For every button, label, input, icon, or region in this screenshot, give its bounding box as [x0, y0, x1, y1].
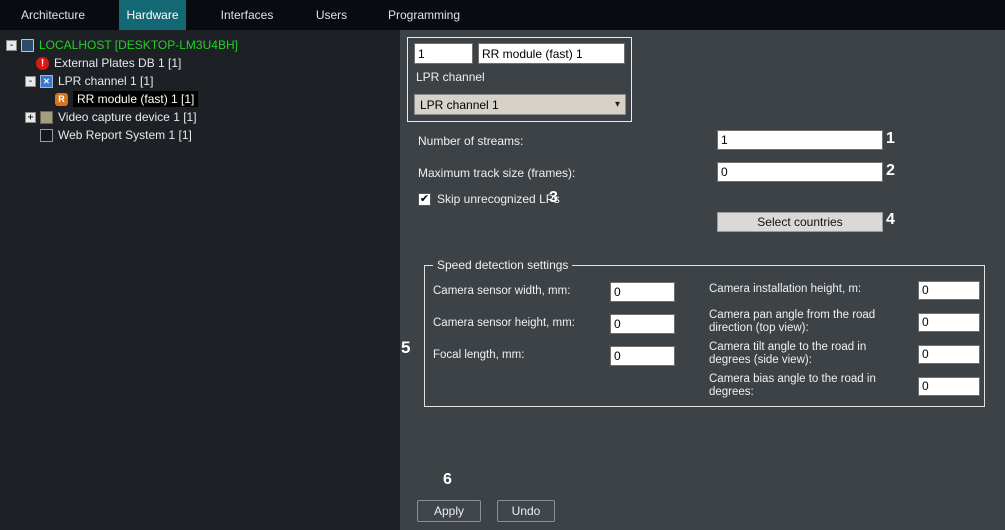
computer-icon [21, 39, 34, 52]
object-tree: LOCALHOST [DESKTOP-LM3U4BH] External Pla… [0, 30, 400, 530]
app-window: Architecture Hardware Interfaces Users P… [0, 0, 1005, 530]
focal-length-label: Focal length, mm: [433, 349, 601, 362]
tab-interfaces[interactable]: Interfaces [203, 0, 291, 30]
camera-sensor-height-field[interactable] [610, 314, 675, 334]
expand-icon[interactable] [25, 112, 36, 123]
apply-button[interactable]: Apply [417, 500, 481, 522]
camera-bias-angle-label: Camera bias angle to the road in degrees… [709, 373, 895, 399]
focal-length-row: Focal length, mm: [433, 340, 675, 372]
number-of-streams-label: Number of streams: [418, 134, 523, 148]
tree-item-external-plates-db[interactable]: External Plates DB 1 [1] [0, 54, 400, 72]
chevron-down-icon: ▾ [615, 99, 620, 110]
camera-installation-height-row: Camera installation height, m: [709, 274, 980, 306]
lpr-channel-selected-value: LPR channel 1 [420, 98, 499, 112]
camera-sensor-width-row: Camera sensor width, mm: [433, 276, 675, 308]
speed-detection-group: Speed detection settings Camera sensor w… [424, 265, 985, 407]
tree-item-label: External Plates DB 1 [1] [54, 56, 181, 70]
max-track-size-label: Maximum track size (frames): [418, 166, 575, 180]
identity-group: LPR channel LPR channel 1 ▾ [407, 37, 632, 122]
collapse-icon[interactable] [25, 76, 36, 87]
camera-pan-angle-field[interactable] [918, 313, 980, 332]
tree-item-label: Video capture device 1 [1] [58, 110, 197, 124]
web-report-icon [40, 129, 53, 142]
tree-item-lpr-channel[interactable]: LPR channel 1 [1] [0, 72, 400, 90]
max-track-size-field[interactable] [717, 162, 883, 182]
tree-item-web-report-system[interactable]: Web Report System 1 [1] [0, 126, 400, 144]
camera-sensor-height-row: Camera sensor height, mm: [433, 308, 675, 340]
tab-programming[interactable]: Programming [383, 0, 465, 30]
speed-right-column: Camera installation height, m: Camera pa… [709, 274, 980, 402]
callout-5: 5 [401, 338, 410, 358]
camera-pan-angle-row: Camera pan angle from the road direction… [709, 306, 980, 338]
speed-detection-group-title: Speed detection settings [433, 258, 572, 272]
select-countries-button[interactable]: Select countries [717, 212, 883, 232]
lpr-channel-icon [40, 75, 53, 88]
rr-module-icon [55, 93, 68, 106]
camera-sensor-width-field[interactable] [610, 282, 675, 302]
undo-button[interactable]: Undo [497, 500, 555, 522]
collapse-icon[interactable] [6, 40, 17, 51]
tree-item-rr-module[interactable]: RR module (fast) 1 [1] [0, 90, 400, 108]
video-capture-icon [40, 111, 53, 124]
skip-unrecognized-checkbox-row[interactable]: Skip unrecognized LPs [418, 192, 560, 206]
camera-tilt-angle-field[interactable] [918, 345, 980, 364]
callout-2: 2 [886, 162, 895, 180]
tree-item-label-selected: RR module (fast) 1 [1] [73, 91, 198, 107]
camera-tilt-angle-label: Camera tilt angle to the road in degrees… [709, 341, 895, 367]
camera-pan-angle-label: Camera pan angle from the road direction… [709, 309, 895, 335]
checkbox-checked-icon[interactable] [418, 193, 431, 206]
camera-sensor-width-label: Camera sensor width, mm: [433, 285, 601, 298]
object-name-field[interactable] [478, 43, 625, 64]
callout-3: 3 [549, 189, 558, 207]
callout-1: 1 [886, 130, 895, 148]
speed-left-column: Camera sensor width, mm: Camera sensor h… [433, 276, 675, 372]
camera-bias-angle-field[interactable] [918, 377, 980, 396]
camera-bias-angle-row: Camera bias angle to the road in degrees… [709, 370, 980, 402]
lpr-channel-select[interactable]: LPR channel 1 ▾ [414, 94, 626, 115]
number-of-streams-field[interactable] [717, 130, 883, 150]
settings-panel: LPR channel LPR channel 1 ▾ Number of st… [400, 30, 1005, 530]
tree-item-video-capture-device[interactable]: Video capture device 1 [1] [0, 108, 400, 126]
callout-4: 4 [886, 211, 895, 229]
lpr-channel-label: LPR channel [416, 70, 485, 84]
object-id-field[interactable] [414, 43, 473, 64]
camera-installation-height-label: Camera installation height, m: [709, 283, 895, 296]
camera-sensor-height-label: Camera sensor height, mm: [433, 317, 601, 330]
camera-installation-height-field[interactable] [918, 281, 980, 300]
tree-item-label: Web Report System 1 [1] [58, 128, 192, 142]
focal-length-field[interactable] [610, 346, 675, 366]
alert-icon [36, 57, 49, 70]
tree-item-label: LOCALHOST [DESKTOP-LM3U4BH] [39, 38, 238, 52]
tab-architecture[interactable]: Architecture [8, 0, 98, 30]
skip-unrecognized-label: Skip unrecognized LPs [437, 192, 560, 206]
tree-item-label: LPR channel 1 [1] [58, 74, 153, 88]
tree-item-localhost[interactable]: LOCALHOST [DESKTOP-LM3U4BH] [0, 36, 400, 54]
callout-6: 6 [443, 471, 452, 489]
top-tab-bar: Architecture Hardware Interfaces Users P… [0, 0, 1005, 30]
tab-users[interactable]: Users [303, 0, 360, 30]
tab-hardware[interactable]: Hardware [119, 0, 186, 30]
camera-tilt-angle-row: Camera tilt angle to the road in degrees… [709, 338, 980, 370]
